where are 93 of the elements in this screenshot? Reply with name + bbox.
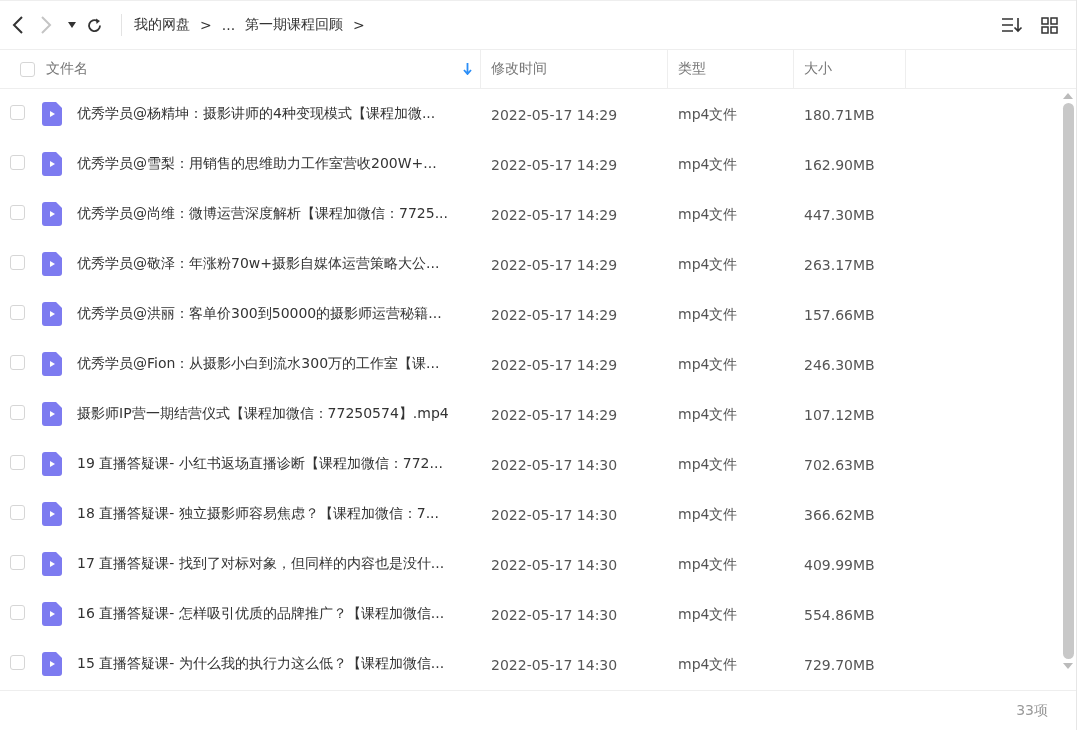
video-file-icon [42, 402, 62, 426]
video-file-icon [42, 652, 62, 676]
file-name[interactable]: 17 直播答疑课- 找到了对标对象，但同样的内容也是没什... [77, 555, 445, 573]
video-file-icon [42, 352, 62, 376]
file-name[interactable]: 16 直播答疑课- 怎样吸引优质的品牌推广？【课程加微信... [77, 605, 445, 623]
file-name[interactable]: 19 直播答疑课- 小红书返场直播诊断【课程加微信：772... [77, 455, 443, 473]
file-size: 702.63MB [804, 456, 875, 473]
file-type: mp4文件 [678, 356, 738, 372]
file-name[interactable]: 优秀学员@Fion：从摄影小白到流水300万的工作室【课... [77, 355, 440, 373]
modified-time: 2022-05-17 14:29 [491, 106, 618, 123]
file-name[interactable]: 摄影师IP营一期结营仪式【课程加微信：77250574】.mp4 [77, 405, 449, 423]
file-size: 409.99MB [804, 556, 875, 573]
file-type: mp4文件 [678, 256, 738, 272]
modified-time: 2022-05-17 14:29 [491, 306, 618, 323]
row-checkbox[interactable] [10, 204, 25, 220]
row-checkbox[interactable] [10, 304, 25, 320]
back-button[interactable] [12, 16, 24, 34]
breadcrumb-item[interactable]: 我的网盘 [134, 16, 190, 34]
scroll-down-icon[interactable] [1063, 663, 1073, 669]
file-type: mp4文件 [678, 506, 738, 522]
video-file-icon [42, 302, 62, 326]
file-type: mp4文件 [678, 306, 738, 322]
row-checkbox[interactable] [10, 104, 25, 120]
modified-time: 2022-05-17 14:29 [491, 406, 618, 423]
row-checkbox[interactable] [10, 604, 25, 620]
file-name[interactable]: 优秀学员@杨精坤：摄影讲师的4种变现模式【课程加微... [77, 105, 436, 123]
modified-time: 2022-05-17 14:29 [491, 156, 618, 173]
row-checkbox[interactable] [10, 554, 25, 570]
video-file-icon [42, 602, 62, 626]
video-file-icon [42, 102, 62, 126]
breadcrumb-item[interactable]: 第一期课程回顾 [245, 16, 344, 34]
file-size: 554.86MB [804, 606, 875, 623]
item-count: 33项 [1016, 701, 1048, 720]
row-checkbox[interactable] [10, 404, 25, 420]
modified-time: 2022-05-17 14:30 [491, 556, 618, 573]
column-header[interactable]: 大小 [804, 60, 832, 78]
scroll-up-icon[interactable] [1063, 93, 1073, 99]
file-size: 246.30MB [804, 356, 875, 373]
sort-down-icon [463, 63, 472, 75]
file-type: mp4文件 [678, 606, 738, 622]
forward-button[interactable] [40, 16, 52, 34]
file-type: mp4文件 [678, 156, 738, 172]
sort-button[interactable] [1001, 17, 1023, 33]
modified-time: 2022-05-17 14:29 [491, 206, 618, 223]
column-header[interactable]: 修改时间 [491, 60, 547, 78]
file-name[interactable]: 优秀学员@敬泽：年涨粉70w+摄影自媒体运营策略大公... [77, 255, 440, 273]
select-all-checkbox[interactable] [20, 61, 35, 77]
row-checkbox[interactable] [10, 654, 25, 670]
file-size: 263.17MB [804, 256, 875, 273]
row-checkbox[interactable] [10, 504, 25, 520]
modified-time: 2022-05-17 14:30 [491, 456, 618, 473]
breadcrumb-item[interactable]: > [353, 17, 365, 33]
row-checkbox[interactable] [10, 254, 25, 270]
file-name[interactable]: 15 直播答疑课- 为什么我的执行力这么低？【课程加微信... [77, 655, 445, 673]
grid-view-button[interactable] [1041, 16, 1058, 34]
breadcrumb-item[interactable]: > [200, 17, 212, 33]
video-file-icon [42, 152, 62, 176]
video-file-icon [42, 452, 62, 476]
row-checkbox[interactable] [10, 154, 25, 170]
file-type: mp4文件 [678, 106, 738, 122]
file-size: 107.12MB [804, 406, 875, 423]
file-size: 366.62MB [804, 506, 875, 523]
dropdown-button[interactable] [68, 22, 76, 28]
file-name[interactable]: 优秀学员@雪梨：用销售的思维助力工作室营收200W+... [77, 155, 437, 173]
modified-time: 2022-05-17 14:29 [491, 356, 618, 373]
file-size: 729.70MB [804, 656, 875, 673]
column-header[interactable]: 文件名 [46, 60, 88, 78]
modified-time: 2022-05-17 14:30 [491, 506, 618, 523]
refresh-button[interactable] [86, 16, 103, 34]
row-checkbox[interactable] [10, 454, 25, 470]
scrollbar-thumb[interactable] [1062, 103, 1074, 659]
file-size: 157.66MB [804, 306, 875, 323]
file-size: 162.90MB [804, 156, 875, 173]
modified-time: 2022-05-17 14:29 [491, 256, 618, 273]
file-type: mp4文件 [678, 206, 738, 222]
modified-time: 2022-05-17 14:30 [491, 606, 618, 623]
file-type: mp4文件 [678, 456, 738, 472]
file-name[interactable]: 优秀学员@洪丽：客单价300到50000的摄影师运营秘籍... [77, 305, 442, 323]
file-type: mp4文件 [678, 406, 738, 422]
file-name[interactable]: 18 直播答疑课- 独立摄影师容易焦虑？【课程加微信：7... [77, 505, 440, 523]
video-file-icon [42, 552, 62, 576]
modified-time: 2022-05-17 14:30 [491, 656, 618, 673]
file-type: mp4文件 [678, 556, 738, 572]
video-file-icon [42, 502, 62, 526]
file-name[interactable]: 优秀学员@尚维：微博运营深度解析【课程加微信：7725... [77, 205, 448, 223]
file-size: 180.71MB [804, 106, 875, 123]
breadcrumb-item[interactable]: ... [221, 17, 236, 33]
column-header[interactable]: 类型 [678, 60, 706, 78]
file-type: mp4文件 [678, 656, 738, 672]
row-checkbox[interactable] [10, 354, 25, 370]
video-file-icon [42, 252, 62, 276]
video-file-icon [42, 202, 62, 226]
file-size: 447.30MB [804, 206, 875, 223]
